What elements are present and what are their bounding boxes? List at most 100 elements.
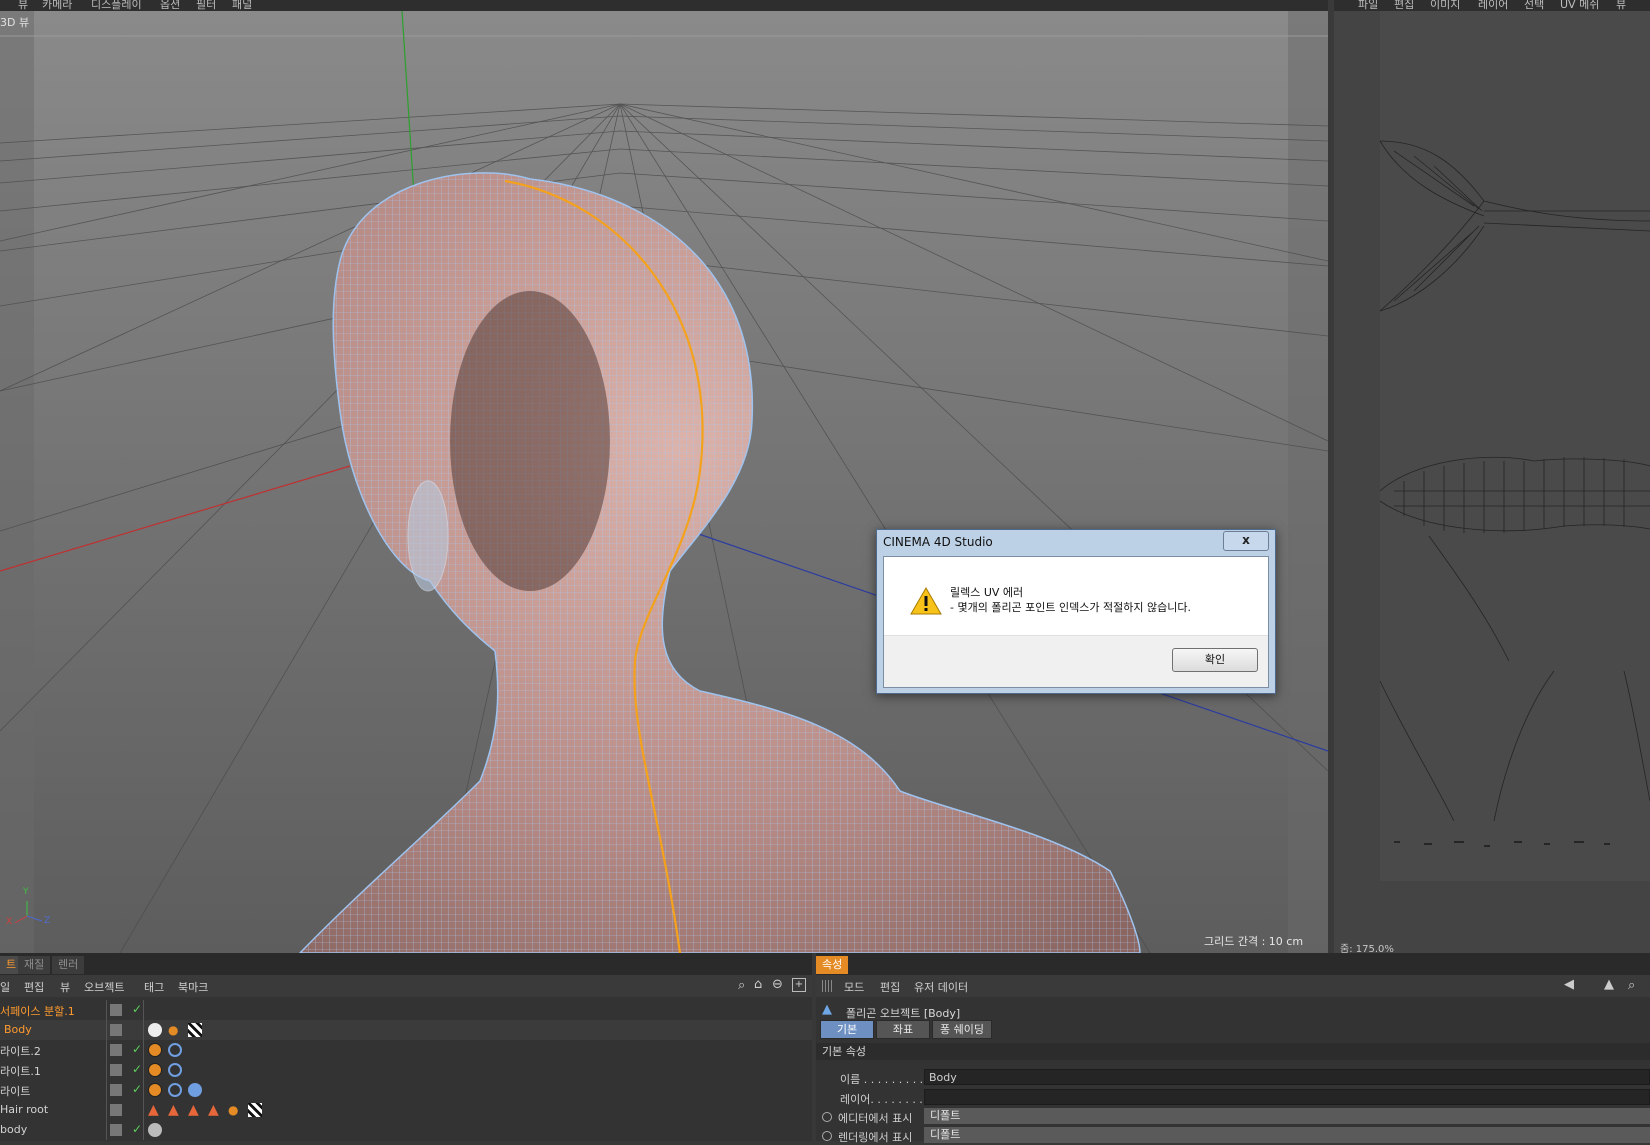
enabled-check-icon[interactable]: ✓ [132,1122,142,1136]
object-row[interactable]: 라이트 ✓ [0,1080,812,1100]
object-name: body [0,1123,28,1136]
light-tag-icon[interactable] [188,1083,202,1097]
dialog-body: 릴렉스 UV 에러 - 몇개의 폴리곤 포인트 인덱스가 적절하지 않습니다. … [883,556,1269,688]
dialog-message-detail: - 몇개의 폴리곤 포인트 인덱스가 적절하지 않습니다. [950,601,1191,614]
uvw-tag-icon[interactable]: ● [228,1103,242,1117]
attr-menu-mode[interactable]: 모드 [844,979,864,995]
render-visibility-label: 렌더링에서 표시 [838,1131,913,1144]
uv-mesh-view [1379,11,1650,881]
attr-menu-edit[interactable]: 편집 [880,979,900,995]
3d-viewport[interactable]: 3D 뷰 Y X Z 그리드 간격 : 10 cm [0,11,1328,953]
attr-menu-userdata[interactable]: 유저 데이터 [914,979,968,995]
name-label: 이름 . . . . . . . . . [840,1073,924,1086]
object-row[interactable]: 라이트.2 ✓ [0,1040,812,1060]
object-row[interactable]: body ✓ [0,1120,812,1140]
material-tag-icon[interactable] [148,1023,162,1037]
om-menu-file[interactable]: 일 [0,979,10,995]
layer-field[interactable] [924,1089,1650,1105]
hair-tag-icon[interactable]: ▲ [168,1103,182,1117]
edit-mode-icon[interactable] [110,1124,122,1136]
grip-icon[interactable] [822,980,834,992]
enabled-check-icon[interactable]: ✓ [132,1002,142,1016]
enabled-check-icon[interactable]: ✓ [132,1042,142,1056]
object-name: 라이트 [0,1085,31,1098]
home-icon[interactable]: ⌂ [754,977,762,992]
attribute-object-title: 폴리곤 오브젝트 [Body] [846,1007,961,1020]
object-manager: 트 재질 렌러 일 편집 뷰 오브젝트 태그 북마크 ⌕ ⌂ ⊖ + 서페이스 … [0,953,812,1141]
tab-attributes[interactable]: 속성 [816,956,849,974]
basic-properties-header: 기본 속성 [816,1043,1650,1060]
edit-mode-icon[interactable] [110,1024,122,1036]
om-menu-edit[interactable]: 편집 [24,979,44,995]
om-menu-bookmarks[interactable]: 북마크 [178,979,208,995]
attribute-tabs: 속성 [816,953,1650,975]
viewport-label: 3D 뷰 [0,16,30,29]
object-row[interactable]: 라이트.1 ✓ [0,1060,812,1080]
editor-visibility-radio[interactable] [822,1112,832,1122]
attribute-menu: 모드 편집 유저 데이터 ◀ ▲ ⌕ [816,975,1650,997]
edit-mode-icon[interactable] [110,1084,122,1096]
object-name: 라이트.1 [0,1065,41,1078]
texture-tag-icon[interactable] [188,1023,202,1037]
uv-menubar: 파일 편집 이미지 레이어 선택 UV 메쉬 뷰 [1334,0,1650,11]
hair-tag-icon[interactable]: ▲ [188,1103,202,1117]
dialog-title: CINEMA 4D Studio [883,535,993,549]
link-icon[interactable]: ⊖ [772,977,783,992]
object-row[interactable]: Body ● [0,1020,812,1040]
om-menu-tags[interactable]: 태그 [144,979,164,995]
uvw-tag-icon[interactable]: ● [168,1023,182,1037]
compositing-tag-icon[interactable] [148,1043,162,1057]
tab-coordinates[interactable]: 좌표 [876,1020,930,1039]
material-tag-icon[interactable] [148,1123,162,1137]
tab-phong[interactable]: 퐁 쉐이딩 [932,1020,992,1039]
close-button[interactable]: x [1223,531,1269,551]
compositing-tag-icon[interactable] [148,1083,162,1097]
editor-visibility-label: 에디터에서 표시 [838,1112,913,1125]
name-field[interactable]: Body [924,1069,1650,1085]
om-menu-objects[interactable]: 오브젝트 [84,979,124,995]
object-manager-tabs: 트 재질 렌러 [0,953,812,975]
om-menu-view[interactable]: 뷰 [60,979,70,995]
ok-button[interactable]: 확인 [1172,648,1258,672]
compositing-tag-icon[interactable] [148,1063,162,1077]
tab-basic[interactable]: 기본 [820,1020,874,1039]
object-row[interactable]: Hair root ▲ ▲ ▲ ▲ ● [0,1100,812,1120]
axis-y-label: Y [23,887,29,897]
uv-editor[interactable]: 줌: 175.0% [1334,11,1650,953]
hair-tag-icon[interactable]: ▲ [148,1103,162,1117]
uv-zoom-label: 줌: 175.0% [1340,944,1394,953]
target-tag-icon[interactable] [168,1083,182,1097]
target-tag-icon[interactable] [168,1063,182,1077]
dialog-button-area: 확인 [884,635,1268,687]
new-window-icon[interactable]: + [792,978,806,992]
object-name: 서페이스 분할.1 [0,1005,75,1018]
warning-icon [910,587,942,615]
edit-mode-icon[interactable] [110,1044,122,1056]
tab-content-browser[interactable]: 재질 [18,956,51,974]
viewport-scene [0,11,1328,953]
tab-layers[interactable]: 렌러 [52,956,85,974]
axis-x-label: X [6,917,13,927]
texture-tag-icon[interactable] [248,1103,262,1117]
enabled-check-icon[interactable]: ✓ [132,1062,142,1076]
axis-z-label: Z [44,916,51,926]
render-visibility-radio[interactable] [822,1131,832,1141]
target-tag-icon[interactable] [168,1043,182,1057]
search-icon[interactable]: ⌕ [1628,978,1635,993]
search-icon[interactable]: ⌕ [738,978,745,993]
dialog-message-title: 릴렉스 UV 에러 [950,586,1024,599]
grid-spacing-label: 그리드 간격 : 10 cm [1204,935,1304,948]
hair-tag-icon[interactable]: ▲ [208,1103,222,1117]
back-arrow-icon[interactable]: ◀ [1564,977,1574,992]
enabled-check-icon[interactable]: ✓ [132,1082,142,1096]
object-name: 라이트.2 [0,1045,41,1058]
object-name: Hair root [0,1103,49,1116]
layer-label: 레이어. . . . . . . . [840,1093,923,1106]
edit-mode-icon[interactable] [110,1004,122,1016]
object-manager-menu: 일 편집 뷰 오브젝트 태그 북마크 ⌕ ⌂ ⊖ + [0,975,812,997]
edit-mode-icon[interactable] [110,1064,122,1076]
editor-visibility-dropdown[interactable]: 디폴트 [924,1108,1650,1124]
edit-mode-icon[interactable] [110,1104,122,1116]
up-arrow-icon[interactable]: ▲ [1604,977,1614,992]
object-row[interactable]: 서페이스 분할.1 ✓ [0,1000,812,1020]
